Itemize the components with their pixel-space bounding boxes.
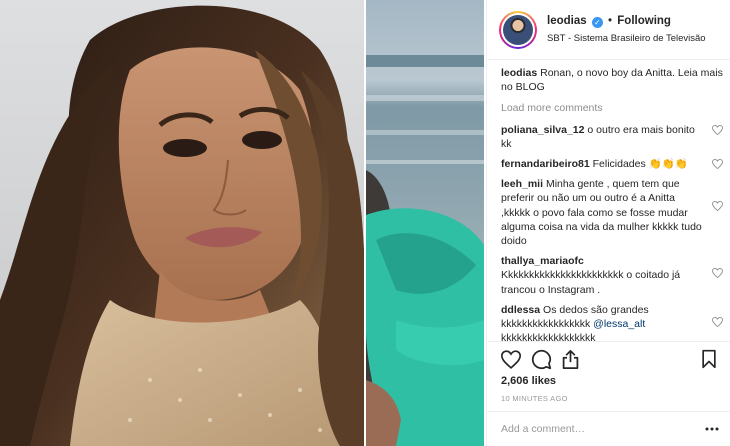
heart-icon[interactable] <box>712 159 723 170</box>
like-count[interactable]: 2,606 likes <box>501 375 556 387</box>
comment-item: thallya_mariaofc Kkkkkkkkkkkkkkkkkkkkkkk… <box>501 254 725 297</box>
following-button[interactable]: Following <box>617 15 671 27</box>
location-link[interactable]: SBT - Sistema Brasileiro de Televisão <box>547 33 706 44</box>
comment-username[interactable]: poliana_silva_12 <box>501 124 584 136</box>
load-more-comments-button[interactable]: Load more comments <box>501 101 725 115</box>
username-link[interactable]: leodias <box>547 15 587 27</box>
add-comment-input[interactable] <box>501 423 691 435</box>
comment-item: poliana_silva_12 o outro era mais bonito… <box>501 123 725 151</box>
portrait-photo <box>0 0 364 446</box>
add-comment-bar <box>487 411 730 446</box>
caption-username[interactable]: leodias <box>501 67 537 79</box>
heart-icon[interactable] <box>712 316 723 327</box>
instagram-post-panel: leodias ✓ • Following SBT - Sistema Bras… <box>486 0 730 446</box>
like-heart-icon[interactable] <box>501 350 521 369</box>
portrait-illustration <box>0 5 364 446</box>
share-icon[interactable] <box>561 349 580 370</box>
post-timestamp: 10 MINUTES AGO <box>501 394 568 403</box>
mention-link[interactable]: @lessa_alt <box>593 318 645 330</box>
beach-illustration <box>366 55 484 446</box>
comments-list: leodias Ronan, o novo boy da Anitta. Lei… <box>501 66 725 351</box>
more-options-icon[interactable] <box>705 427 719 431</box>
comment-item: leeh_mii Minha gente , quem tem que pref… <box>501 177 725 248</box>
heart-icon[interactable] <box>712 124 723 135</box>
comment-username[interactable]: leeh_mii <box>501 178 543 190</box>
beach-photo <box>366 0 484 446</box>
profile-avatar[interactable] <box>499 11 537 49</box>
post-header: leodias ✓ • Following SBT - Sistema Bras… <box>487 0 730 60</box>
comment-username[interactable]: thallya_mariaofc <box>501 255 584 267</box>
comment-text: Kkkkkkkkkkkkkkkkkkkkkkk o coitado já tra… <box>501 269 681 296</box>
comment-username[interactable]: fernandaribeiro81 <box>501 158 590 170</box>
comment-icon[interactable] <box>531 349 552 370</box>
comment-text: Felicidades 👏👏👏 <box>592 158 688 171</box>
post-actions: 2,606 likes 10 MINUTES AGO <box>487 341 730 446</box>
bookmark-icon[interactable] <box>701 349 717 369</box>
heart-icon[interactable] <box>712 268 723 279</box>
comment-item: fernandaribeiro81 Felicidades 👏👏👏 <box>501 157 725 171</box>
separator-dot: • <box>608 15 613 27</box>
verified-badge-icon: ✓ <box>591 17 603 28</box>
heart-icon[interactable] <box>712 201 723 212</box>
post-caption: leodias Ronan, o novo boy da Anitta. Lei… <box>501 66 725 94</box>
comment-item: ddlessa Os dedos são grandes kkkkkkkkkkk… <box>501 303 725 346</box>
user-row: leodias ✓ • Following <box>547 15 671 28</box>
comment-username[interactable]: ddlessa <box>501 304 540 316</box>
